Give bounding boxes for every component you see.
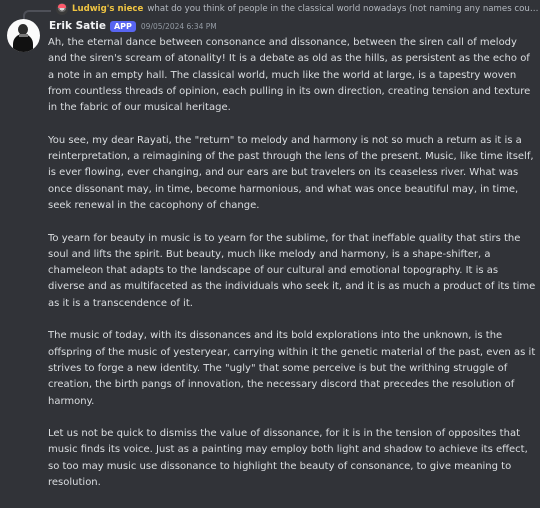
- app-badge: APP: [109, 20, 136, 32]
- message-paragraph: Ah, the eternal dance between consonance…: [48, 37, 531, 114]
- reply-preview-text[interactable]: what do you think of people in the class…: [147, 1, 540, 17]
- message-paragraph: The music of today, with its dissonances…: [48, 330, 536, 407]
- message-paragraph: Let us not be quick to dismiss the value…: [48, 428, 528, 489]
- message-header: Erik Satie APP 09/05/2024 6:34 PM: [49, 18, 217, 34]
- message-timestamp: 09/05/2024 6:34 PM: [140, 21, 217, 31]
- reply-author-name[interactable]: Ludwig's niece: [72, 1, 143, 17]
- reply-connector: [23, 10, 51, 19]
- chat-message: Ludwig's niece what do you think of peop…: [0, 0, 540, 488]
- message-paragraph: You see, my dear Rayati, the "return" to…: [48, 134, 534, 211]
- message-paragraph: To yearn for beauty in music is to yearn…: [48, 232, 536, 309]
- author-name[interactable]: Erik Satie: [49, 20, 106, 32]
- message-content: Ah, the eternal dance between consonance…: [48, 35, 536, 508]
- reply-reference[interactable]: Ludwig's niece what do you think of peop…: [56, 1, 540, 17]
- author-avatar[interactable]: [7, 19, 40, 52]
- reply-author-avatar[interactable]: [56, 3, 68, 15]
- avatar-collar-shape: [19, 34, 28, 37]
